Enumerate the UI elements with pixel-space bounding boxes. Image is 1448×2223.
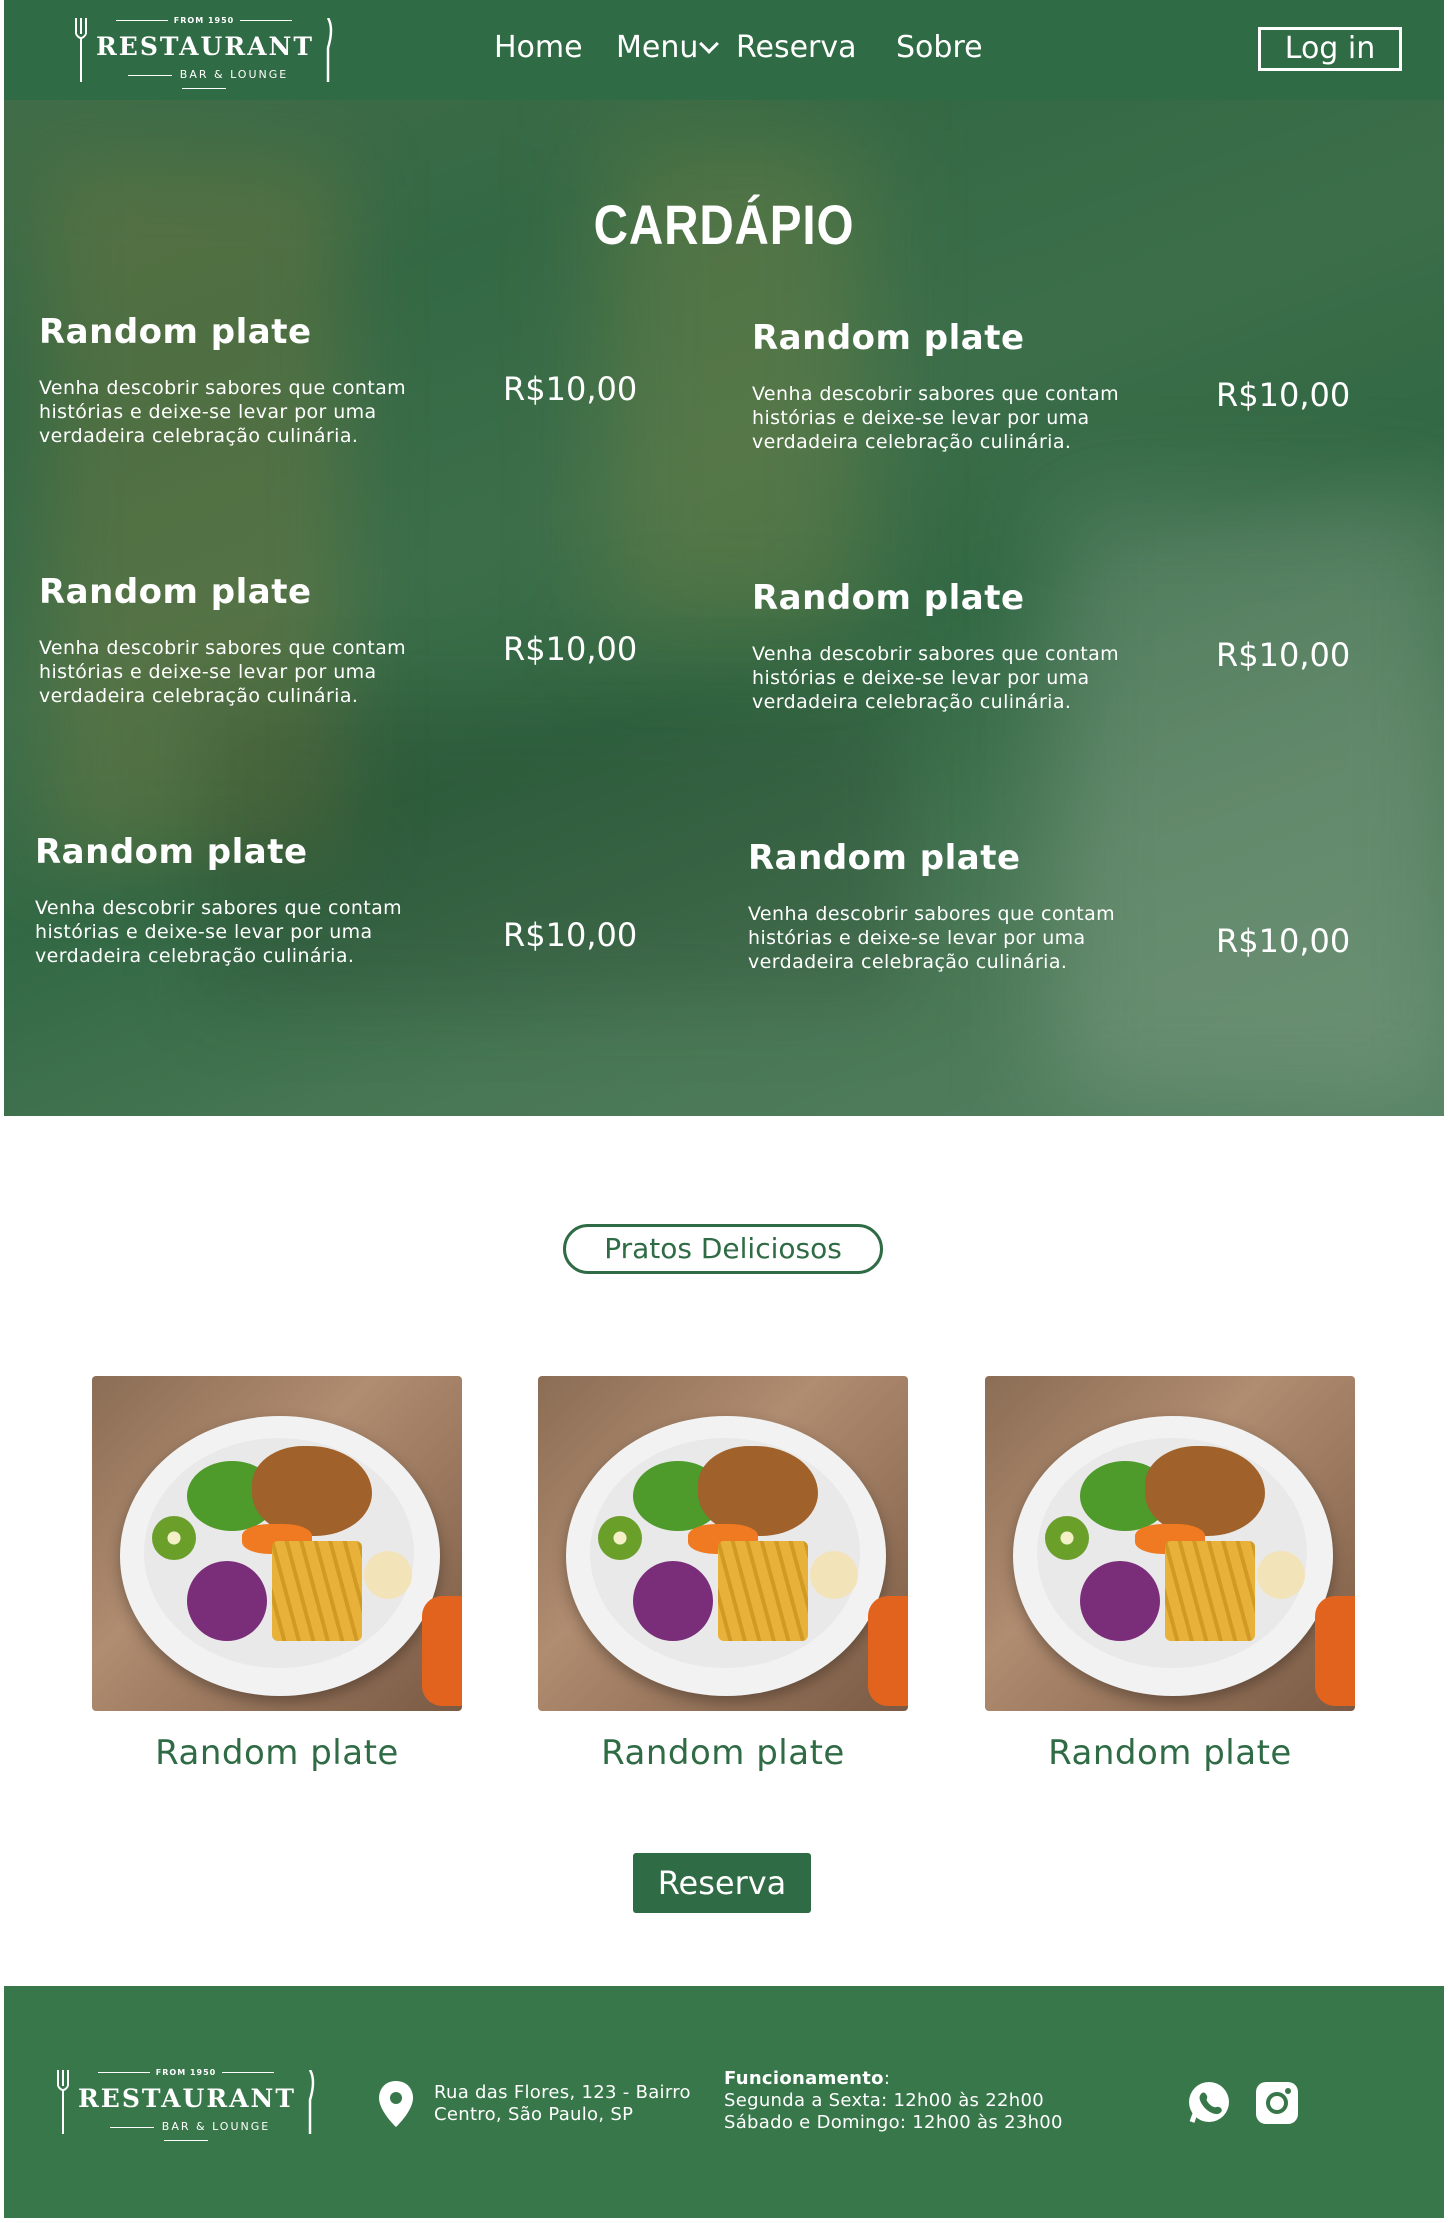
menu-item-description: Venha descobrir sabores que contam histó… [752, 383, 1120, 453]
menu-item-name: Random plate [39, 312, 312, 352]
map-pin-icon [379, 2081, 413, 2127]
logo-name: RESTAURANT [96, 32, 314, 61]
menu-title: CARDÁPIO [593, 193, 855, 256]
nav-home[interactable]: Home [494, 30, 616, 65]
menu-item-price: R$10,00 [1216, 636, 1351, 674]
menu-item-description: Venha descobrir sabores que contam histó… [752, 643, 1120, 713]
knife-icon [326, 18, 333, 82]
dish-card[interactable]: Random plate [92, 1376, 462, 1773]
menu-item-name: Random plate [748, 838, 1021, 878]
dish-photo [538, 1376, 908, 1711]
fork-icon [57, 2070, 69, 2134]
menu-item: Random plate Venha descobrir sabores que… [35, 832, 675, 972]
nav-reserva[interactable]: Reserva [736, 30, 896, 65]
menu-item: Random plate Venha descobrir sabores que… [748, 838, 1388, 978]
menu-item-price: R$10,00 [1216, 376, 1351, 414]
logo-subtitle: BAR & LOUNGE [102, 68, 306, 94]
instagram-icon[interactable] [1254, 2080, 1300, 2126]
nav-menu-label: Menu [616, 30, 699, 65]
menu-item-price: R$10,00 [1216, 922, 1351, 960]
menu-item-name: Random plate [752, 578, 1025, 618]
footer-logo[interactable]: FROM 1950 RESTAURANT BAR & LOUNGE [56, 2068, 316, 2136]
dish-name: Random plate [1048, 1733, 1292, 1773]
menu-item-name: Random plate [752, 318, 1025, 358]
address-line: Rua das Flores, 123 - Bairro [434, 2082, 691, 2103]
menu-item-price: R$10,00 [503, 916, 638, 954]
dish-name: Random plate [601, 1733, 845, 1773]
nav-menu[interactable]: Menu [616, 30, 736, 65]
hours-title: Funcionamento [724, 2068, 884, 2089]
logo-from-text: FROM 1950 [102, 16, 306, 25]
dish-card[interactable]: Random plate [985, 1376, 1355, 1773]
footer: FROM 1950 RESTAURANT BAR & LOUNGE Rua da… [4, 1986, 1444, 2218]
top-navbar: FROM 1950 RESTAURANT BAR & LOUNGE Home M… [4, 0, 1444, 100]
dish-photo [92, 1376, 462, 1711]
menu-item-description: Venha descobrir sabores que contam histó… [35, 897, 403, 967]
footer-hours: Funcionamento: Segunda a Sexta: 12h00 às… [724, 2068, 1063, 2134]
menu-item: Random plate Venha descobrir sabores que… [752, 318, 1392, 458]
logo-subtitle: BAR & LOUNGE [84, 2120, 288, 2146]
hours-line: Sábado e Domingo: 12h00 às 23h00 [724, 2112, 1063, 2133]
menu-hero-section: CARDÁPIO Random plate Venha descobrir sa… [4, 100, 1444, 1116]
nav-sobre[interactable]: Sobre [896, 30, 983, 65]
address-line: Centro, São Paulo, SP [434, 2104, 634, 2125]
section-badge: Pratos Deliciosos [563, 1224, 883, 1274]
logo-name: RESTAURANT [78, 2084, 296, 2113]
footer-address: Rua das Flores, 123 - Bairro Centro, São… [434, 2082, 691, 2126]
chevron-down-icon [699, 34, 720, 54]
dish-photo [985, 1376, 1355, 1711]
menu-item: Random plate Venha descobrir sabores que… [39, 572, 679, 712]
restaurant-logo[interactable]: FROM 1950 RESTAURANT BAR & LOUNGE [74, 16, 334, 84]
menu-item-description: Venha descobrir sabores que contam histó… [39, 377, 407, 447]
menu-item: Random plate Venha descobrir sabores que… [752, 578, 1392, 718]
menu-item-name: Random plate [39, 572, 312, 612]
dish-name: Random plate [155, 1733, 399, 1773]
menu-item-price: R$10,00 [503, 630, 638, 668]
dish-card[interactable]: Random plate [538, 1376, 908, 1773]
menu-item-description: Venha descobrir sabores que contam histó… [39, 637, 407, 707]
fork-icon [75, 18, 87, 82]
menu-item-description: Venha descobrir sabores que contam histó… [748, 903, 1116, 973]
logo-from-text: FROM 1950 [84, 2068, 288, 2077]
login-button[interactable]: Log in [1258, 27, 1402, 71]
hours-line: Segunda a Sexta: 12h00 às 22h00 [724, 2090, 1044, 2111]
menu-item-price: R$10,00 [503, 370, 638, 408]
knife-icon [308, 2070, 315, 2134]
hours-colon: : [883, 2068, 891, 2089]
main-nav: Home Menu Reserva Sobre [494, 30, 983, 65]
menu-item: Random plate Venha descobrir sabores que… [39, 312, 679, 452]
whatsapp-icon[interactable] [1186, 2080, 1232, 2126]
reserva-button[interactable]: Reserva [633, 1853, 811, 1913]
menu-item-name: Random plate [35, 832, 308, 872]
